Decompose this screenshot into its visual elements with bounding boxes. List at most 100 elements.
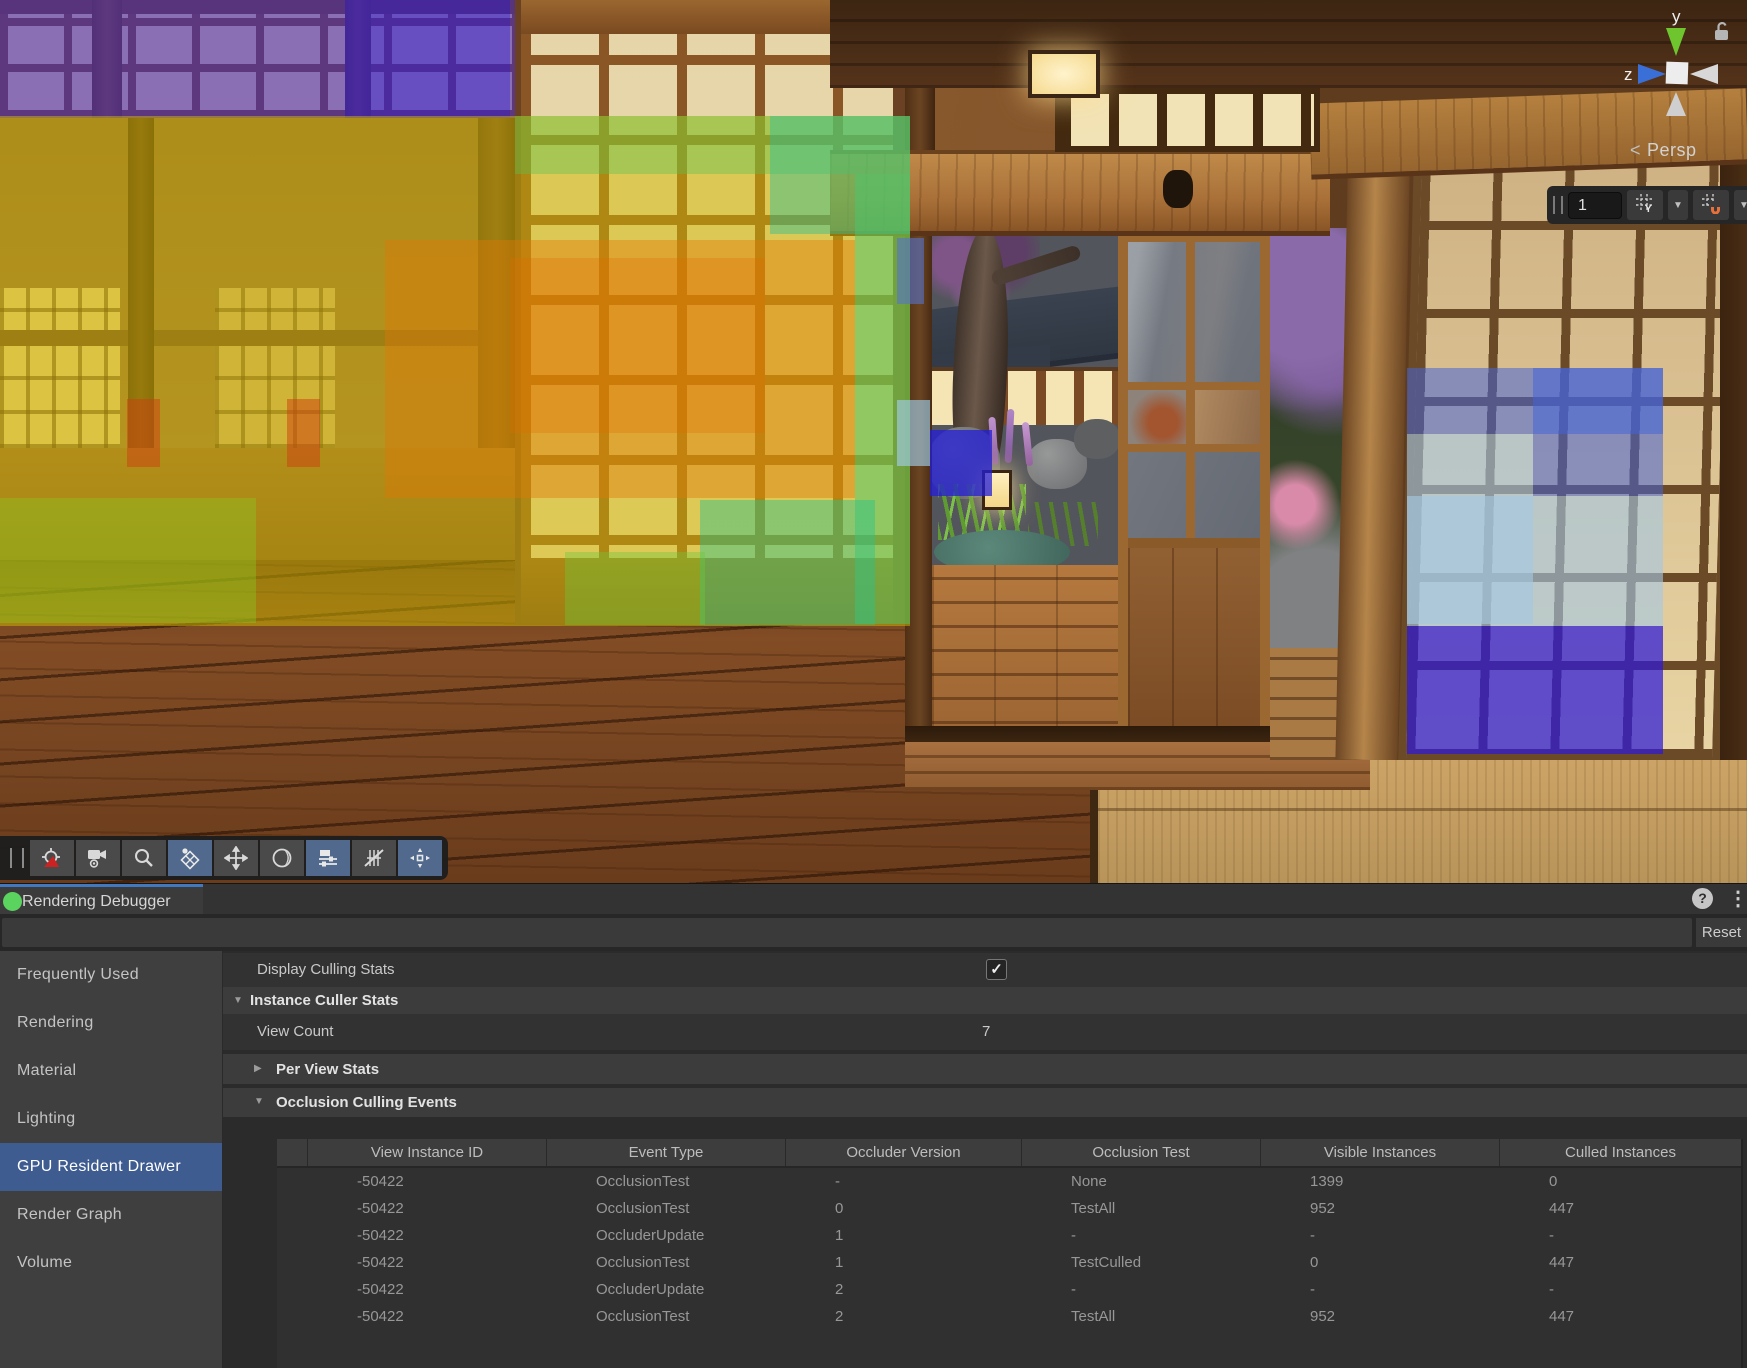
scene-debug-toolbar — [0, 836, 448, 880]
tab-rendering-debugger[interactable]: Rendering Debugger — [0, 884, 203, 914]
lock-icon[interactable] — [1712, 20, 1732, 42]
grid-snap-button[interactable] — [1693, 190, 1729, 220]
foldout-open-icon: ▼ — [254, 1096, 264, 1107]
gizmo-selection-button[interactable] — [168, 840, 212, 876]
sidebar-item-material[interactable]: Material — [0, 1047, 222, 1095]
debug-shading-button[interactable] — [30, 840, 74, 876]
column-header-culled-instances: Culled Instances — [1499, 1139, 1741, 1166]
display-culling-stats-checkbox[interactable]: ✓ — [986, 959, 1007, 980]
occlusion-events-table: View Instance ID Event Type Occluder Ver… — [277, 1139, 1741, 1368]
event-row: -50422 OcclusionTest - None 1399 0 — [277, 1168, 1741, 1195]
cell-event-type: OcclusionTest — [546, 1249, 785, 1276]
tatami-seam — [1098, 808, 1747, 811]
debug-shading-icon — [40, 846, 64, 870]
cell-occluder-version: - — [785, 1168, 1021, 1195]
sidebar-item-rendering[interactable]: Rendering — [0, 999, 222, 1047]
cell-event-type: OccluderUpdate — [546, 1276, 785, 1303]
move-tool-button[interactable] — [214, 840, 258, 876]
sidebar-item-gpu-resident-drawer[interactable]: GPU Resident Drawer — [0, 1143, 222, 1191]
toolbar-drag-handle[interactable] — [10, 848, 24, 868]
cell-occluder-version: 0 — [785, 1195, 1021, 1222]
cell-occluder-version: 2 — [785, 1276, 1021, 1303]
lit-shoji-window — [0, 288, 120, 448]
left-interior-wall — [0, 0, 515, 560]
sidebar-item-frequently-used[interactable]: Frequently Used — [0, 951, 222, 999]
hanging-lantern — [1028, 50, 1100, 98]
wireframe-toggle-button[interactable] — [352, 840, 396, 876]
contrast-button[interactable] — [260, 840, 304, 876]
instance-culler-stats-foldout[interactable]: ▼ Instance Culler Stats — [223, 987, 1747, 1014]
cell-culled-instances: - — [1499, 1222, 1741, 1249]
render-settings-icon — [316, 846, 340, 870]
scene-camera-icon — [86, 846, 110, 870]
x-axis-cone — [1690, 64, 1718, 84]
event-row: -50422 OccluderUpdate 1 - - - — [277, 1222, 1741, 1249]
door-mullion — [1186, 242, 1195, 548]
grid-axis-dropdown[interactable]: ▼ — [1668, 190, 1688, 220]
cell-occlusion-test: - — [1021, 1276, 1260, 1303]
svg-text:Y: Y — [1645, 204, 1652, 214]
window-toolbar: Reset — [0, 914, 1747, 951]
row-spacer — [277, 1222, 307, 1249]
row-spacer — [277, 1303, 307, 1330]
row-spacer — [277, 1168, 307, 1195]
grid-size-input[interactable]: 1 — [1568, 192, 1622, 219]
tab-title: Rendering Debugger — [22, 893, 171, 911]
grid-y-icon: Y — [1634, 192, 1656, 219]
table-header-spacer — [277, 1139, 307, 1166]
cell-culled-instances: 447 — [1499, 1303, 1741, 1330]
cell-visible-instances: - — [1260, 1276, 1499, 1303]
y-axis-cone — [1666, 28, 1686, 56]
cell-event-type: OcclusionTest — [546, 1303, 785, 1330]
event-row: -50422 OcclusionTest 1 TestCulled 0 447 — [277, 1249, 1741, 1276]
ceiling-beam — [830, 0, 1747, 88]
kebab-menu-icon[interactable]: ⋮ — [1728, 886, 1747, 911]
cell-occluder-version: 1 — [785, 1249, 1021, 1276]
row-spacer — [277, 1195, 307, 1222]
foldout-open-icon: ▼ — [233, 995, 243, 1006]
z-axis-label: z — [1624, 65, 1633, 84]
per-view-stats-foldout[interactable]: ▶ Per View Stats — [223, 1054, 1747, 1084]
cell-view-instance-id: -50422 — [307, 1195, 546, 1222]
grid-snap-dropdown[interactable]: ▼ — [1734, 190, 1747, 220]
cell-event-type: OcclusionTest — [546, 1195, 785, 1222]
grid-axis-button[interactable]: Y — [1627, 190, 1663, 220]
cell-occlusion-test: TestCulled — [1021, 1249, 1260, 1276]
debugger-sidebar: Frequently Used Rendering Material Light… — [0, 951, 223, 1368]
cell-view-instance-id: -50422 — [307, 1303, 546, 1330]
center-view-button[interactable] — [398, 840, 442, 876]
contrast-icon — [270, 846, 294, 870]
view-count-label: View Count — [257, 1023, 333, 1040]
status-dot — [3, 892, 22, 911]
scene-viewport[interactable]: y z <Persp 1 Y ▼ ▼ — [0, 0, 1747, 883]
occlusion-culling-events-foldout[interactable]: ▼ Occlusion Culling Events — [223, 1088, 1747, 1117]
event-row: -50422 OcclusionTest 2 TestAll 952 447 — [277, 1303, 1741, 1330]
cell-culled-instances: 0 — [1499, 1168, 1741, 1195]
event-row: -50422 OcclusionTest 0 TestAll 952 447 — [277, 1195, 1741, 1222]
reset-button[interactable]: Reset — [1696, 918, 1747, 947]
flower-spike — [1022, 422, 1034, 466]
render-settings-button[interactable] — [306, 840, 350, 876]
sidebar-item-render-graph[interactable]: Render Graph — [0, 1191, 222, 1239]
search-button[interactable] — [122, 840, 166, 876]
cell-view-instance-id: -50422 — [307, 1222, 546, 1249]
table-body: -50422 OcclusionTest - None 1399 0 -5042… — [277, 1168, 1741, 1330]
column-header-occlusion-test: Occlusion Test — [1021, 1139, 1260, 1166]
cell-occlusion-test: TestAll — [1021, 1303, 1260, 1330]
scene-camera-button[interactable] — [76, 840, 120, 876]
column-header-event-type: Event Type — [546, 1139, 785, 1166]
projection-label[interactable]: <Persp — [1630, 140, 1697, 161]
wireframe-off-icon — [362, 846, 386, 870]
help-icon[interactable]: ? — [1692, 888, 1713, 909]
sidebar-item-volume[interactable]: Volume — [0, 1239, 222, 1287]
tab-bar: Rendering Debugger ? ⋮ — [0, 884, 1747, 914]
sidebar-item-lighting[interactable]: Lighting — [0, 1095, 222, 1143]
down-axis-cone — [1666, 92, 1686, 116]
occlusion-culling-events-label: Occlusion Culling Events — [276, 1094, 457, 1111]
garden-rock — [1074, 419, 1118, 459]
column-header-visible-instances: Visible Instances — [1260, 1139, 1499, 1166]
event-row: -50422 OccluderUpdate 2 - - - — [277, 1276, 1741, 1303]
toolbar-drag-handle[interactable] — [1553, 196, 1563, 214]
persp-chevron-icon: < — [1630, 140, 1641, 160]
search-field[interactable] — [2, 918, 1692, 947]
